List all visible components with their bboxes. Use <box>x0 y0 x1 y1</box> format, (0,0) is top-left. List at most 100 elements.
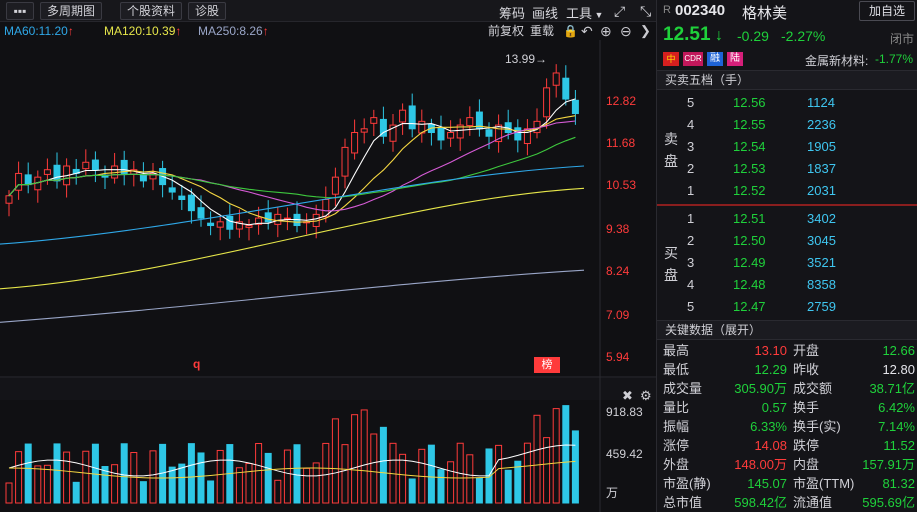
candle-body <box>53 164 61 182</box>
next-icon[interactable]: ❯ <box>640 22 651 40</box>
market-status: 闭市 <box>890 32 915 46</box>
volume-bar <box>322 442 330 504</box>
draw-line-button[interactable]: 画线 <box>532 3 558 22</box>
stock-code: 002340 <box>675 2 726 19</box>
volume-bar <box>207 480 215 504</box>
sell-order-row[interactable]: 4 12.55 2236 <box>657 114 907 136</box>
sell-order-volume: 1837 <box>807 161 836 176</box>
volume-bar <box>187 443 195 504</box>
sell-order-level: 5 <box>687 95 695 110</box>
buy-order-row[interactable]: 2 12.50 3045 <box>657 230 907 252</box>
sector-name[interactable]: 金属新材料: <box>805 52 868 69</box>
volume-bar <box>360 409 368 504</box>
keydata-value: 12.66 <box>882 343 915 358</box>
keydata-value: 7.14% <box>878 419 915 434</box>
buy-order-price: 12.48 <box>733 277 766 292</box>
keydata-value: 11.52 <box>883 438 915 453</box>
volume-bar <box>552 408 560 504</box>
sell-order-row[interactable]: 5 12.56 1124 <box>657 92 907 114</box>
candle-body <box>360 128 368 133</box>
volume-bar <box>351 414 359 504</box>
keydata-label: 跌停 <box>793 438 820 453</box>
keydata-label: 最低 <box>663 362 690 377</box>
volume-bar <box>562 405 570 504</box>
keydata-label: 昨收 <box>793 362 820 377</box>
candle-body <box>91 159 99 171</box>
volume-bar <box>379 426 387 504</box>
sell-order-level: 3 <box>687 139 695 154</box>
volume-bar <box>408 478 416 504</box>
volume-bar <box>82 450 90 504</box>
price-panel-bg <box>0 40 600 376</box>
buy-label: 买盘 <box>664 245 678 283</box>
volume-settings-icon[interactable]: ⚙ <box>640 388 652 404</box>
candle-body <box>197 207 205 219</box>
sell-order-row[interactable]: 2 12.53 1837 <box>657 158 907 180</box>
keydata-label: 量比 <box>663 400 690 415</box>
buy-order-row[interactable]: 5 12.47 2759 <box>657 296 907 318</box>
add-watchlist-button[interactable]: 加自选 <box>859 1 915 21</box>
tools-button[interactable]: 工具 ▼ <box>566 3 603 22</box>
volume-bar <box>341 444 349 504</box>
kline-chart[interactable] <box>0 40 656 512</box>
volume-bar <box>399 453 407 504</box>
buy-order-row[interactable]: 1 12.51 3402 <box>657 208 907 230</box>
quote-header: R 002340 格林美 加自选 <box>657 0 917 22</box>
volume-bar <box>178 463 186 504</box>
lock-icon[interactable]: 🔒 <box>563 22 578 40</box>
keydata-value: 145.07 <box>747 476 787 491</box>
volume-bar <box>331 418 339 504</box>
undo-icon[interactable]: ↶ <box>581 22 593 40</box>
candle-body <box>543 87 551 118</box>
keydata-title[interactable]: 关键数据（展开） <box>657 320 917 340</box>
more-icon[interactable]: ▪▪▪ <box>6 2 34 20</box>
candle-body <box>514 127 522 141</box>
keydata-value: 6.42% <box>878 400 915 415</box>
collapse-icon[interactable]: ⤡ <box>640 3 651 20</box>
buy-order-row[interactable]: 3 12.49 3521 <box>657 252 907 274</box>
profile-button[interactable]: 个股资料 <box>120 2 183 20</box>
event-marker-bang[interactable]: 榜 <box>534 357 560 373</box>
ma-legend: MA60:11.20↑ MA120:10.39↑ MA250:8.26↑ 前复权… <box>0 22 656 40</box>
period-button[interactable]: 多周期图 <box>40 2 103 20</box>
buy-order-row[interactable]: 4 12.48 8358 <box>657 274 907 296</box>
expand-icon[interactable]: ⤢ <box>614 3 625 20</box>
buy-order-level: 1 <box>687 211 695 226</box>
keydata-table: 最高 13.10 开盘 12.66 最低 12.29 昨收 12.80 成交量 305.90万 成交… <box>657 341 917 512</box>
sell-order-volume: 2236 <box>807 117 836 132</box>
volume-bar <box>197 452 205 504</box>
diagnose-button[interactable]: 诊股 <box>188 2 227 20</box>
volume-bar <box>72 481 80 504</box>
sell-order-row[interactable]: 1 12.52 2031 <box>657 180 907 202</box>
keydata-value: 148.00万 <box>734 457 787 472</box>
buy-order-price: 12.49 <box>733 255 766 270</box>
keydata-label: 外盘 <box>663 457 690 472</box>
keydata-label: 最高 <box>663 343 690 358</box>
price-change-pct: -2.27% <box>781 28 826 44</box>
event-marker-q[interactable]: q <box>193 357 200 371</box>
keydata-label: 振幅 <box>663 419 690 434</box>
close-volume-icon[interactable]: ✖ <box>622 388 633 404</box>
sell-order-volume: 2031 <box>807 183 836 198</box>
keydata-label: 成交额 <box>793 381 833 396</box>
high-marker: 13.99→ <box>505 52 548 66</box>
reload-button[interactable]: 重载 <box>530 22 554 40</box>
chips-button[interactable]: 筹码 <box>499 3 525 22</box>
volume-bar <box>120 443 128 504</box>
volume-bar <box>34 465 42 504</box>
candle-body <box>351 132 359 154</box>
adjust-button[interactable]: 前复权 <box>488 22 524 40</box>
keydata-label: 内盘 <box>793 457 820 472</box>
orderbook-title[interactable]: 买卖五档（手） <box>657 70 917 90</box>
zoom-in-icon[interactable]: ⊕ <box>600 22 612 40</box>
sell-order-row[interactable]: 3 12.54 1905 <box>657 136 907 158</box>
caret-down-icon: ▼ <box>592 10 604 20</box>
volume-bar <box>43 464 51 504</box>
volume-bar <box>293 444 301 504</box>
buy-order-level: 2 <box>687 233 695 248</box>
zoom-out-icon[interactable]: ⊖ <box>620 22 632 40</box>
volume-bar <box>283 449 291 504</box>
sell-order-price: 12.53 <box>733 161 766 176</box>
vol-axis-mid: 459.42 <box>606 447 643 461</box>
price-axis-label: 12.82 <box>606 94 637 108</box>
